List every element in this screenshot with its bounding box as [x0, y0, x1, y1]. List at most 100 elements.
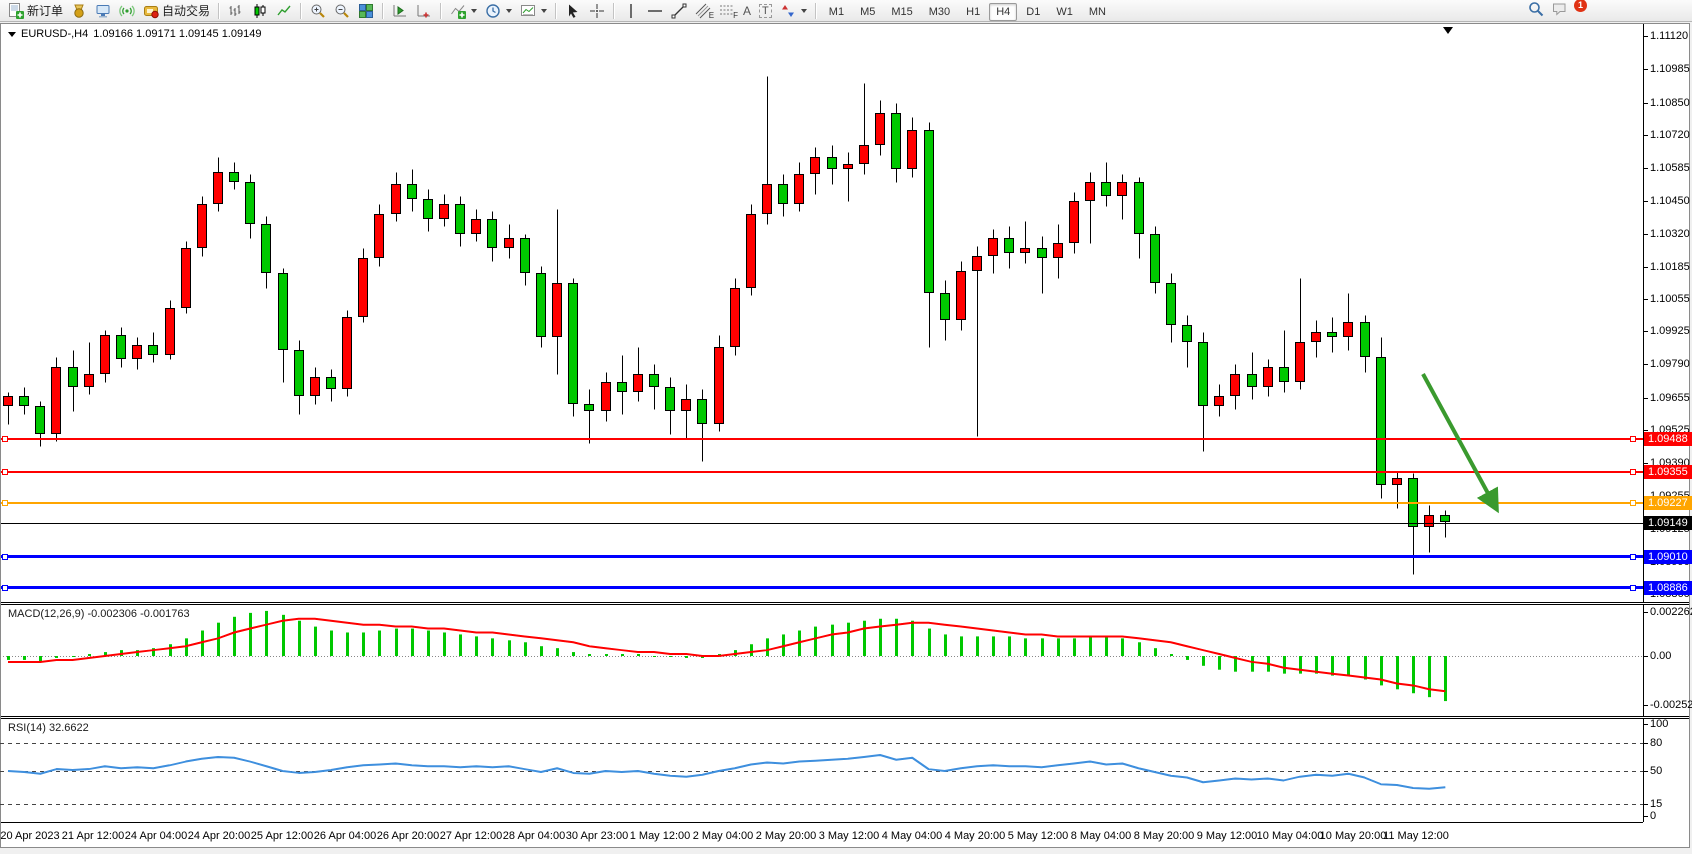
price-axis-label: 1.10850: [1650, 97, 1690, 109]
trendline-tool-button[interactable]: [667, 2, 691, 20]
price-axis-label: 1.11120: [1650, 30, 1688, 42]
bar-chart-button[interactable]: [224, 2, 248, 20]
timeframe-button-m15[interactable]: M15: [884, 3, 919, 21]
chevron-down-icon: [801, 9, 807, 13]
time-axis-label: 26 Apr 20:00: [377, 830, 439, 842]
time-axis-label: 24 Apr 04:00: [125, 830, 187, 842]
text-tool-icon: A: [743, 4, 751, 18]
cursor-tool-button[interactable]: [561, 2, 585, 20]
signal-icon: [119, 3, 135, 19]
time-axis-label: 2 May 20:00: [756, 830, 817, 842]
template-button[interactable]: [516, 2, 551, 20]
time-axis-line: [1, 822, 1643, 823]
equidistant-channel-tool-button[interactable]: E: [691, 2, 715, 20]
seal-button[interactable]: [67, 2, 91, 20]
timeframe-button-h4[interactable]: H4: [989, 3, 1017, 21]
price-axis-label: 1.09925: [1650, 325, 1690, 337]
price-axis-tick: [1643, 331, 1648, 332]
price-axis-tick: [1643, 234, 1648, 235]
crosshair-tool-button[interactable]: [585, 2, 609, 20]
rsi-panel-canvas[interactable]: [0, 719, 1643, 822]
add-indicator-icon: [450, 3, 466, 19]
price-line-badge: 1.08886: [1644, 581, 1692, 595]
symbol-period-label: EURUSD-,H4: [21, 28, 88, 40]
zoom-in-button[interactable]: [306, 2, 330, 20]
rsi-axis-tick: [1643, 816, 1648, 817]
macd-axis-label: -0.002523: [1650, 699, 1692, 711]
vertical-line-icon: [623, 3, 639, 19]
terminal-button[interactable]: [91, 2, 115, 20]
text-tool-button[interactable]: A: [739, 2, 755, 20]
chart-shift-icon: [416, 3, 432, 19]
time-axis-label: 10 May 20:00: [1320, 830, 1387, 842]
main-toolbar: 新订单 自动交易: [0, 0, 1692, 22]
time-axis-label: 1 May 12:00: [630, 830, 691, 842]
new-order-icon: [8, 3, 24, 19]
zoom-out-icon: [334, 3, 350, 19]
channel-letter: E: [709, 11, 714, 20]
price-axis-tick: [1643, 364, 1648, 365]
chart-autoscroll-button[interactable]: [388, 2, 412, 20]
computer-icon: [95, 3, 111, 19]
line-chart-button[interactable]: [272, 2, 296, 20]
rsi-axis-label: 100: [1650, 718, 1668, 730]
timeframe-button-m5[interactable]: M5: [853, 3, 882, 21]
price-axis-tick: [1643, 135, 1648, 136]
chart-shift-button[interactable]: [412, 2, 436, 20]
chat-notification-icon[interactable]: 1: [1552, 1, 1568, 17]
notification-badge: 1: [1574, 0, 1587, 12]
vertical-line-tool-button[interactable]: [619, 2, 643, 20]
time-axis-label: 4 May 04:00: [882, 830, 943, 842]
panel-splitter[interactable]: [1, 716, 1689, 719]
periodicity-button[interactable]: [481, 2, 516, 20]
toolbar-separator: [613, 3, 615, 19]
auto-trading-label: 自动交易: [162, 2, 210, 19]
macd-axis-label: 0.00: [1650, 650, 1671, 662]
add-indicator-button[interactable]: [446, 2, 481, 20]
rsi-axis-tick: [1643, 771, 1648, 772]
new-order-button[interactable]: 新订单: [4, 2, 67, 20]
trendline-icon: [671, 3, 687, 19]
new-order-label: 新订单: [27, 2, 63, 19]
toolbar-separator: [815, 3, 817, 19]
rsi-axis-tick: [1643, 804, 1648, 805]
timeframe-button-d1[interactable]: D1: [1019, 3, 1047, 21]
chevron-down-icon[interactable]: [8, 32, 16, 37]
toolbar-separator: [440, 3, 442, 19]
rsi-axis-label: 50: [1650, 765, 1662, 777]
auto-trading-button[interactable]: 自动交易: [139, 2, 214, 20]
mt4-terminal: { "toolbar": { "new_order_label": "新订单",…: [0, 0, 1692, 854]
timeframe-button-w1[interactable]: W1: [1049, 3, 1080, 21]
price-axis-tick: [1643, 103, 1648, 104]
trend-arrow-annotation[interactable]: [0, 24, 1643, 602]
signal-button[interactable]: [115, 2, 139, 20]
timeframe-button-h1[interactable]: H1: [959, 3, 987, 21]
zoom-out-button[interactable]: [330, 2, 354, 20]
macd-panel-canvas[interactable]: [0, 605, 1643, 716]
arrows-tool-button[interactable]: [776, 2, 811, 20]
template-icon: [520, 3, 536, 19]
candlestick-chart-button[interactable]: [248, 2, 272, 20]
timeframe-button-m30[interactable]: M30: [922, 3, 957, 21]
price-line-badge: 1.09149: [1644, 516, 1692, 530]
time-axis-label: 27 Apr 12:00: [440, 830, 502, 842]
time-axis-label: 25 Apr 12:00: [251, 830, 313, 842]
time-axis-label: 28 Apr 04:00: [503, 830, 565, 842]
panel-splitter[interactable]: [1, 602, 1689, 605]
rsi-axis-tick: [1643, 724, 1648, 725]
ohlc-values: 1.09166 1.09171 1.09145 1.09149: [93, 28, 261, 40]
macd-axis-tick: [1643, 612, 1648, 613]
rsi-axis-label: 15: [1650, 798, 1662, 810]
fibonacci-tool-button[interactable]: F: [715, 2, 739, 20]
time-axis-label: 8 May 04:00: [1071, 830, 1132, 842]
price-line-badge: 1.09355: [1644, 465, 1692, 479]
time-axis-label: 20 Apr 2023: [0, 830, 59, 842]
timeframe-button-mn[interactable]: MN: [1082, 3, 1113, 21]
auto-trading-icon: [143, 3, 159, 19]
timeframe-button-m1[interactable]: M1: [822, 3, 851, 21]
toolbar-separator: [382, 3, 384, 19]
horizontal-line-tool-button[interactable]: [643, 2, 667, 20]
tile-windows-button[interactable]: [354, 2, 378, 20]
text-label-tool-button[interactable]: T: [755, 2, 776, 20]
search-icon[interactable]: [1528, 1, 1544, 17]
